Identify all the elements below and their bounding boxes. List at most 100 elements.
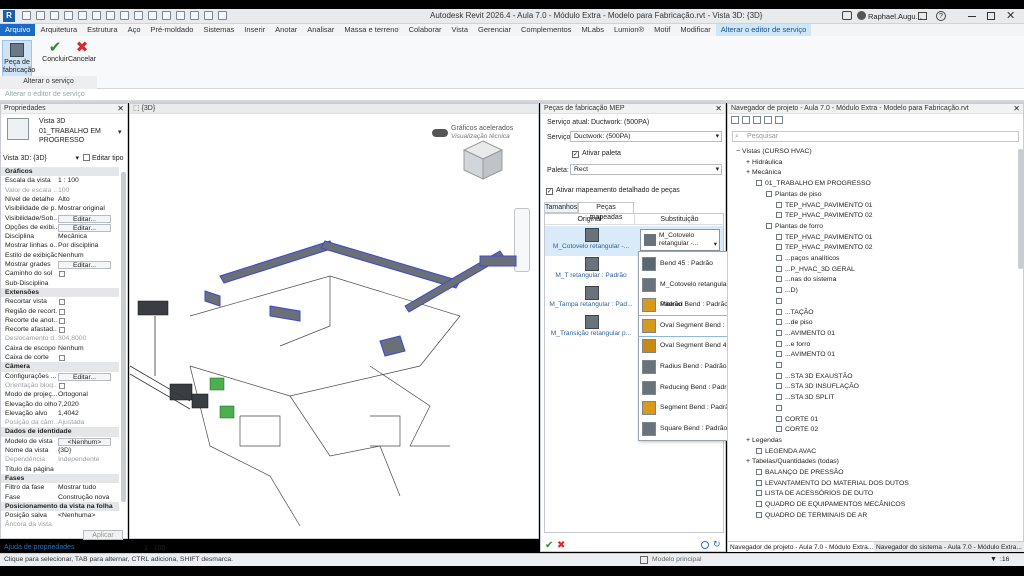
tree-item[interactable]: + Tabelas/Quantidades (todas) (746, 457, 839, 468)
print-icon[interactable] (92, 11, 101, 20)
tree-item[interactable]: ...e forro (776, 340, 810, 351)
mep-close-icon[interactable]: ✕ (715, 104, 722, 113)
property-value[interactable]: Ortogonal (58, 390, 113, 399)
property-section[interactable]: Câmera (1, 362, 119, 372)
property-checkbox[interactable] (59, 308, 65, 315)
apply-button[interactable]: Aplicar (83, 530, 123, 540)
property-edit-button[interactable]: Editar... (58, 214, 111, 223)
menu-item[interactable]: Massa e terreno (339, 24, 403, 36)
menu-item[interactable]: Vista (447, 24, 474, 36)
worksharing-icon[interactable] (640, 556, 648, 564)
property-section[interactable]: Posicionamento da vista na folha (1, 501, 119, 512)
menu-item[interactable]: Arquitetura (35, 24, 82, 36)
property-value[interactable]: 304,8000 (58, 334, 113, 343)
browser-close-icon[interactable]: ✕ (1013, 104, 1020, 113)
close-hidden-icon[interactable] (204, 11, 213, 20)
property-value[interactable]: Construção nova (58, 493, 113, 502)
property-value[interactable]: {3D} (58, 446, 113, 455)
property-value[interactable]: 7,2020 (58, 400, 113, 409)
property-value[interactable]: Independente (58, 455, 113, 464)
tree-item[interactable]: ...AVIMENTO 01 (776, 329, 835, 340)
tree-item[interactable]: ...P_HVAC_3D GERAL (776, 265, 855, 276)
properties-help-link[interactable]: Ajuda de propriedades (4, 544, 74, 551)
menu-item[interactable]: Analisar (302, 24, 339, 36)
thin-lines-icon[interactable] (190, 11, 199, 20)
browser-scrollbar[interactable] (1018, 149, 1023, 269)
tree-item[interactable]: + Hidráulica (746, 158, 782, 169)
discard-x-icon[interactable]: ✖ (557, 540, 565, 551)
view-scale[interactable]: 1 : 100 (144, 545, 165, 552)
mep-help-icon[interactable] (701, 541, 709, 549)
activate-palette-checkbox[interactable]: ✓ (572, 151, 579, 158)
browser-tool-icon[interactable] (742, 116, 750, 124)
model-3d[interactable] (130, 116, 540, 530)
menu-item[interactable]: Motif (649, 24, 675, 36)
menu-item[interactable]: Inserir (239, 24, 270, 36)
service-select[interactable]: Ductwork: (500PA) ▾ (570, 131, 722, 142)
tree-item[interactable]: QUADRO DE EQUIPAMENTOS MECÂNICOS (756, 500, 905, 511)
tree-item[interactable]: LEVANTAMENTO DO MATERIAL DOS DUTOS (756, 479, 909, 490)
dimension-icon[interactable] (120, 11, 129, 20)
menu-item[interactable]: MLabs (576, 24, 609, 36)
sync-icon[interactable] (50, 11, 59, 20)
tree-item[interactable]: QUADRO DE TERMINAIS DE AR (756, 511, 867, 522)
tree-item[interactable]: ...STA 3D SPLIT (776, 393, 834, 404)
browser-tool-icon[interactable] (731, 116, 739, 124)
tree-item[interactable]: LISTA DE ACESSÓRIOS DE DUTO (756, 489, 873, 500)
property-edit-button[interactable]: <Nenhum> (58, 437, 111, 446)
property-value[interactable]: Por disciplina (58, 241, 113, 250)
original-part-label[interactable]: M_T retangular : Padrão (545, 272, 637, 279)
original-part-label[interactable]: M_Transição retangular p... (545, 330, 637, 337)
tree-item[interactable]: CORTE 01 (776, 415, 818, 426)
tree-item[interactable]: LEGENDA AVAC (756, 447, 816, 458)
tree-item[interactable]: CORTE 02 (776, 425, 818, 436)
menu-item[interactable]: Colaborar (404, 24, 447, 36)
minimize-button[interactable] (968, 16, 976, 17)
property-value[interactable]: Mecânica (58, 232, 113, 241)
model-selector[interactable]: Modelo principal (652, 556, 702, 563)
property-checkbox[interactable] (59, 317, 65, 324)
property-value[interactable]: Nenhum (58, 344, 113, 353)
tree-item[interactable]: ...AVIMENTO 01 (776, 350, 835, 361)
cancel-button[interactable]: ✖ Cancelar (67, 40, 97, 76)
property-checkbox[interactable] (59, 327, 65, 334)
cart-icon[interactable] (918, 12, 927, 20)
view-tab[interactable]: ⬚ {3D} (130, 104, 538, 114)
tree-item[interactable]: ...STA 3D EXAUSTÃO (776, 372, 852, 383)
tree-item[interactable]: TEP_HVAC_PAVIMENTO 02 (776, 243, 873, 254)
maximize-button[interactable] (987, 12, 995, 20)
browser-search-input[interactable]: ⌕ Pesquisar (732, 131, 1019, 142)
switch-windows-icon[interactable] (218, 11, 227, 20)
default-3d-icon[interactable] (162, 11, 171, 20)
text-icon[interactable] (148, 11, 157, 20)
tree-item[interactable]: ...TAÇÃO (776, 308, 814, 319)
property-section[interactable]: Dados de identidade (1, 427, 119, 437)
redo-icon[interactable] (78, 11, 87, 20)
property-value[interactable]: Ajustada (58, 418, 113, 427)
property-section[interactable]: Fases (1, 473, 119, 484)
property-value[interactable]: <Nenhuma> (58, 511, 113, 520)
property-value[interactable]: Alto (58, 195, 113, 204)
tree-item[interactable]: − Vistas (CURSO HVAC) (736, 147, 812, 158)
apply-check-icon[interactable]: ✔ (545, 540, 553, 551)
menu-item[interactable]: Modificar (675, 24, 715, 36)
section-icon[interactable] (176, 11, 185, 20)
property-checkbox[interactable] (59, 382, 65, 389)
properties-scrollbar[interactable] (121, 172, 126, 502)
tree-item[interactable]: ...de piso (776, 318, 813, 329)
property-checkbox[interactable] (59, 299, 65, 306)
property-checkbox[interactable] (59, 271, 65, 278)
property-checkbox[interactable] (59, 355, 65, 361)
close-button[interactable]: ✕ (1006, 9, 1015, 22)
tree-item[interactable]: BALANÇO DE PRESSÃO (756, 468, 844, 479)
tree-item[interactable]: TEP_HVAC_PAVIMENTO 01 (776, 201, 873, 212)
menu-item[interactable]: Alterar o editor de serviço (715, 24, 812, 36)
menu-item[interactable]: Lumion® (609, 24, 649, 36)
tree-item[interactable]: ...D) (776, 286, 798, 297)
edit-type-button[interactable]: Editar tipo (83, 153, 124, 164)
help-icon[interactable]: ? (936, 11, 946, 21)
undo-icon[interactable] (64, 11, 73, 20)
menu-item[interactable]: Anotar (270, 24, 302, 36)
property-value[interactable]: Nenhum (58, 251, 113, 260)
instance-selector[interactable]: Vista 3D: {3D} ▾ (3, 153, 79, 164)
